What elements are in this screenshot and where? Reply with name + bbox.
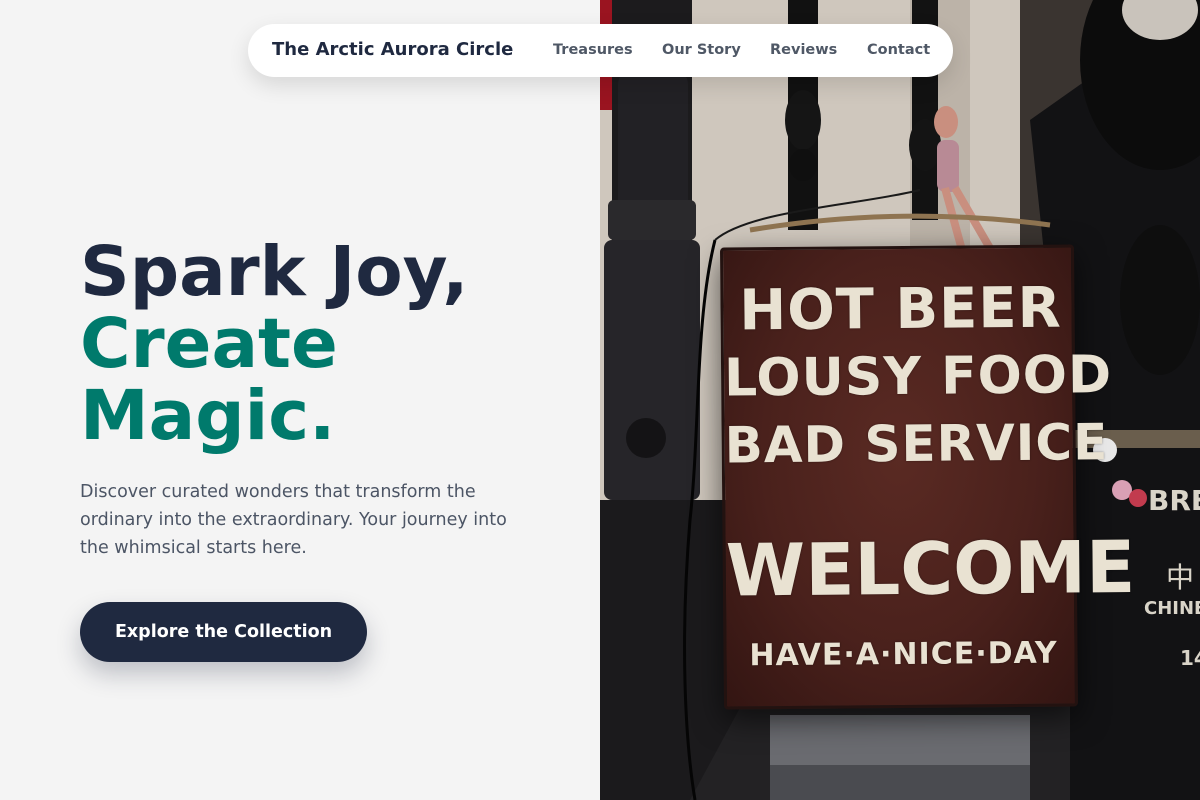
brand-name[interactable]: The Arctic Aurora Circle [272, 39, 513, 60]
headline-line-3: Magic. [80, 376, 336, 456]
explore-collection-button[interactable]: Explore the Collection [80, 602, 367, 662]
shop-sign-text: CHINE [1144, 598, 1200, 619]
nav-link-reviews[interactable]: Reviews [770, 42, 837, 58]
sign-text: BAD SERVICE [724, 413, 1109, 475]
headline-line-1: Spark Joy, [80, 232, 469, 312]
sign-text: WELCOME [725, 524, 1136, 613]
nav-link-treasures[interactable]: Treasures [553, 42, 633, 58]
hero-headline: Spark Joy, Create Magic. [80, 236, 469, 452]
sign-text: HAVE·A·NICE·DAY [749, 635, 1058, 674]
nav-link-contact[interactable]: Contact [867, 42, 930, 58]
hero-description: Discover curated wonders that transform … [80, 482, 507, 558]
sign-text: HOT BEER [739, 275, 1063, 344]
shop-sign-text: 中 [1166, 561, 1195, 594]
shop-sign-text: BRE [1148, 484, 1200, 517]
sign-text: LOUSY FOOD [723, 345, 1113, 409]
headline-line-2: Create [80, 304, 338, 384]
shop-sign-text: 14 [1180, 646, 1200, 670]
top-nav: The Arctic Aurora Circle Treasures Our S… [248, 24, 953, 77]
nav-link-our-story[interactable]: Our Story [662, 42, 741, 58]
welcome-sign: HOT BEER LOUSY FOOD BAD SERVICE WELCOME … [719, 244, 1136, 710]
